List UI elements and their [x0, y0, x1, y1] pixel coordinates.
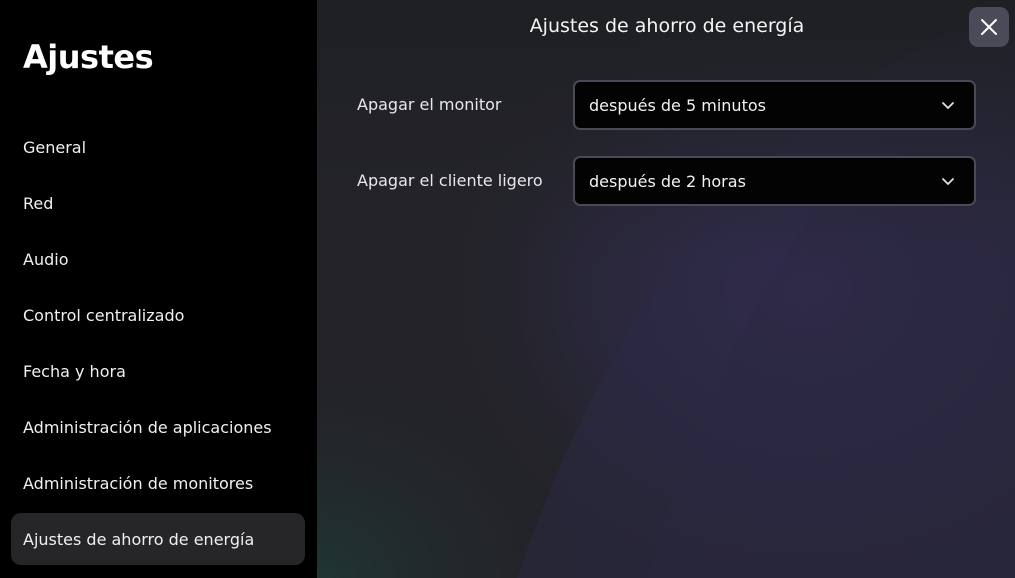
sidebar-item-ahorro-energia[interactable]: Ajustes de ahorro de energía [11, 513, 305, 565]
thin-client-off-label: Apagar el cliente ligero [357, 171, 543, 190]
close-button[interactable] [969, 7, 1009, 47]
sidebar-item-administracion-aplicaciones[interactable]: Administración de aplicaciones [11, 401, 305, 453]
chevron-down-icon [938, 95, 958, 115]
sidebar-item-administracion-monitores[interactable]: Administración de monitores [11, 457, 305, 509]
thin-client-off-value: después de 2 horas [589, 171, 746, 191]
close-icon [981, 19, 997, 35]
sidebar-item-audio[interactable]: Audio [11, 233, 305, 285]
monitor-off-label: Apagar el monitor [357, 95, 502, 114]
sidebar-item-control-centralizado[interactable]: Control centralizado [11, 289, 305, 341]
thin-client-off-select[interactable]: después de 2 horas [573, 156, 976, 206]
sidebar-item-fecha-y-hora[interactable]: Fecha y hora [11, 345, 305, 397]
sidebar: Ajustes General Red Audio Control centra… [0, 0, 317, 578]
settings-panel: Ajustes de ahorro de energía Apagar el m… [317, 0, 1015, 578]
panel-title: Ajustes de ahorro de energía [529, 15, 805, 37]
sidebar-item-general[interactable]: General [11, 121, 305, 173]
chevron-down-icon [938, 171, 958, 191]
settings-window: Ajustes General Red Audio Control centra… [0, 0, 1015, 578]
monitor-off-select[interactable]: después de 5 minutos [573, 80, 976, 130]
sidebar-item-red[interactable]: Red [11, 177, 305, 229]
sidebar-title: Ajustes [23, 38, 154, 76]
monitor-off-value: después de 5 minutos [589, 95, 766, 115]
